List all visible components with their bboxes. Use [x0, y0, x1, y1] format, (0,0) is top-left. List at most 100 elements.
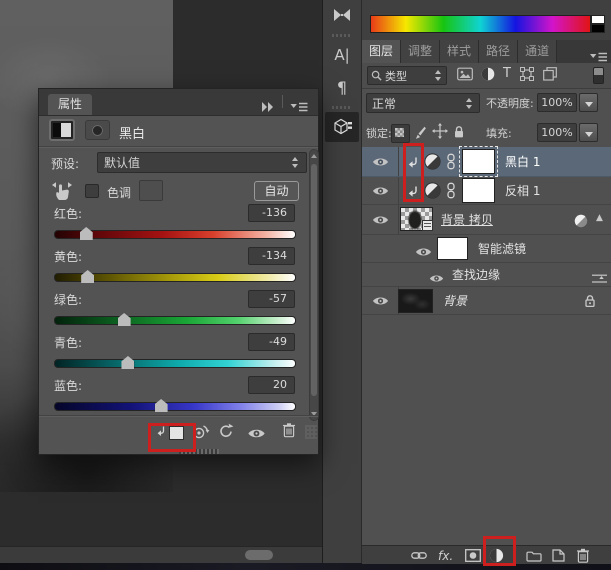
lock-transparency-icon[interactable]: [391, 124, 410, 143]
filter-pixel-layers-icon[interactable]: [457, 67, 473, 85]
eye-icon[interactable]: [372, 295, 389, 307]
visibility-cell[interactable]: [362, 205, 399, 234]
visibility-cell[interactable]: [362, 147, 399, 176]
eye-icon[interactable]: [429, 269, 444, 288]
panel-resize-grip[interactable]: [305, 425, 317, 439]
mask-link-icon[interactable]: [446, 153, 456, 174]
cyan-slider-thumb[interactable]: [121, 356, 134, 369]
filter-shape-layers-icon[interactable]: [520, 67, 534, 85]
red-slider-value[interactable]: -136: [248, 204, 295, 222]
tab-channels[interactable]: 通道: [518, 40, 557, 63]
filter-mask-thumbnail[interactable]: [437, 237, 468, 260]
layer-mask-thumbnail[interactable]: [462, 149, 495, 174]
blue-slider-thumb[interactable]: [155, 399, 168, 412]
layer-thumbnail[interactable]: [398, 289, 433, 313]
horizontal-scrollbar-thumb[interactable]: [245, 550, 273, 560]
lock-position-icon[interactable]: [432, 123, 448, 143]
add-mask-button[interactable]: [465, 548, 481, 563]
tint-checkbox[interactable]: [85, 184, 99, 198]
filter-blend-options-icon[interactable]: [592, 269, 607, 288]
collapse-panel-icon[interactable]: [261, 97, 275, 116]
black-swatch[interactable]: [591, 24, 605, 33]
white-swatch[interactable]: [591, 15, 605, 24]
tint-color-swatch[interactable]: [139, 180, 163, 201]
lock-all-icon[interactable]: [453, 124, 465, 143]
green-slider-value[interactable]: -57: [248, 290, 295, 308]
opacity-value[interactable]: 100%: [537, 93, 577, 112]
new-layer-button[interactable]: [552, 548, 565, 563]
color-spectrum-ramp[interactable]: [370, 15, 591, 33]
filter-smart-objects-icon[interactable]: [543, 67, 557, 85]
yellow-slider-value[interactable]: -134: [248, 247, 295, 265]
preset-dropdown[interactable]: 默认值: [97, 152, 307, 173]
fill-dropdown-button[interactable]: [579, 123, 598, 142]
horizontal-scrollbar[interactable]: [0, 546, 322, 564]
reset-adjustment-button[interactable]: [218, 423, 234, 442]
tab-adjustments[interactable]: 调整: [401, 40, 440, 63]
layer-thumbnail[interactable]: [400, 207, 433, 231]
filter-kind-dropdown[interactable]: 类型: [367, 66, 447, 85]
yellow-slider-thumb[interactable]: [81, 270, 94, 283]
layer-row-background-copy[interactable]: 背景 拷贝 ▲: [362, 205, 611, 235]
fill-value[interactable]: 100%: [537, 123, 577, 142]
scroll-up-icon[interactable]: [311, 154, 317, 158]
green-slider-track[interactable]: [54, 316, 296, 325]
lock-pixels-icon[interactable]: [413, 125, 426, 144]
layer-name[interactable]: 反相 1: [505, 184, 540, 198]
panel-menu-icon[interactable]: [290, 97, 308, 116]
green-slider-thumb[interactable]: [118, 313, 131, 326]
character-panel-icon[interactable]: A|: [323, 42, 361, 68]
mask-target-icon[interactable]: [85, 120, 110, 140]
eye-icon[interactable]: [372, 214, 389, 226]
filter-type-layers-icon[interactable]: T: [503, 66, 511, 82]
layer-name[interactable]: 查找边缘: [452, 268, 500, 282]
layer-name[interactable]: 黑白 1: [505, 155, 540, 169]
visibility-cell[interactable]: [362, 177, 399, 204]
paragraph-panel-icon[interactable]: ¶: [323, 74, 361, 100]
link-layers-button[interactable]: [411, 548, 427, 563]
properties-scrollbar-thumb[interactable]: [311, 164, 317, 396]
opacity-dropdown-button[interactable]: [579, 93, 598, 112]
filter-adjustment-layers-icon[interactable]: [481, 67, 495, 85]
blue-slider-value[interactable]: 20: [248, 376, 295, 394]
layer-name[interactable]: 智能滤镜: [478, 242, 526, 256]
layer-name[interactable]: 背景: [443, 294, 467, 308]
eye-icon[interactable]: [372, 185, 389, 197]
targeted-adjustment-tool-icon[interactable]: [49, 179, 75, 207]
layer-row-invert[interactable]: 反相 1: [362, 177, 611, 205]
layer-mask-thumbnail[interactable]: [462, 178, 495, 203]
tab-styles[interactable]: 样式: [440, 40, 479, 63]
cyan-slider-track[interactable]: [54, 359, 296, 368]
auto-button[interactable]: 自动: [254, 181, 299, 201]
layer-name[interactable]: 背景 拷贝: [441, 213, 493, 227]
smart-filters-collapse-arrow[interactable]: ▲: [596, 213, 603, 223]
layer-row-background[interactable]: 背景: [362, 287, 611, 315]
visibility-toggle-button[interactable]: [247, 425, 266, 444]
red-slider-track[interactable]: [54, 230, 296, 239]
properties-scrollbar[interactable]: [309, 149, 319, 421]
delete-layer-button[interactable]: [576, 548, 590, 563]
layer-row-blackwhite[interactable]: 黑白 1: [362, 147, 611, 177]
eye-icon[interactable]: [372, 156, 389, 168]
smart-filter-icon[interactable]: [574, 213, 588, 232]
new-group-button[interactable]: [526, 548, 542, 563]
blend-mode-dropdown[interactable]: 正常: [366, 93, 480, 113]
cyan-slider-value[interactable]: -49: [248, 333, 295, 351]
red-slider-thumb[interactable]: [80, 227, 93, 240]
bw-adjustment-icon[interactable]: [49, 119, 75, 141]
layer-styles-button[interactable]: fx.: [438, 548, 453, 563]
properties-tab[interactable]: 属性: [48, 94, 92, 115]
clone-source-panel-icon[interactable]: [323, 2, 361, 28]
tab-paths[interactable]: 路径: [479, 40, 518, 63]
visibility-cell[interactable]: [362, 287, 399, 314]
delete-adjustment-button[interactable]: [282, 422, 296, 442]
layer-row-smart-filters[interactable]: 智能滤镜: [362, 235, 611, 263]
yellow-slider-track[interactable]: [54, 273, 296, 282]
blue-slider-track[interactable]: [54, 402, 296, 411]
layer-row-find-edges[interactable]: 查找边缘: [362, 263, 611, 287]
eye-icon[interactable]: [415, 243, 432, 262]
filter-toggle-switch[interactable]: [593, 67, 604, 84]
mask-link-icon[interactable]: [446, 182, 456, 203]
tab-layers[interactable]: 图层: [362, 40, 401, 63]
3d-panel-icon[interactable]: [325, 112, 359, 142]
